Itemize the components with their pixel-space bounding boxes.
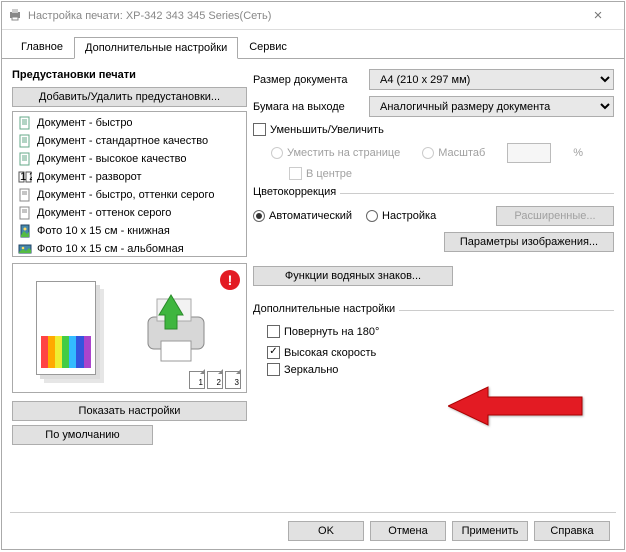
presets-list[interactable]: Документ - быстро Документ - стандартное… (12, 111, 247, 257)
mirror-checkbox[interactable]: Зеркально (267, 363, 338, 376)
printer-icon (133, 283, 223, 373)
highspeed-checkbox[interactable]: ✓Высокая скорость (267, 346, 376, 359)
image-params-button[interactable]: Параметры изображения... (444, 232, 614, 252)
manage-presets-button[interactable]: Добавить/Удалить предустановки... (12, 87, 247, 107)
alert-icon: ! (220, 270, 240, 290)
watermark-button[interactable]: Функции водяных знаков... (253, 266, 453, 286)
list-item[interactable]: Документ - быстро, оттенки серого (13, 186, 246, 204)
tab-advanced[interactable]: Дополнительные настройки (74, 37, 238, 59)
tab-bar: Главное Дополнительные настройки Сервис (2, 30, 624, 59)
output-paper-label: Бумага на выходе (253, 101, 369, 113)
preview-pane: ! 123 (12, 263, 247, 393)
output-paper-select[interactable]: Аналогичный размеру документа (369, 96, 614, 117)
rotate-checkbox[interactable]: Повернуть на 180° (267, 325, 379, 338)
fit-page-radio: Уместить на странице (271, 147, 400, 159)
list-item[interactable]: Документ - оттенок серого (13, 204, 246, 222)
red-arrow-annotation (448, 384, 584, 428)
printer-icon (8, 7, 22, 24)
list-item[interactable]: Документ - быстро (13, 114, 246, 132)
list-item[interactable]: Фото 10 x 15 см - книжная (13, 222, 246, 240)
spread-icon: 1 2 (17, 169, 33, 185)
page-thumbnail (36, 281, 96, 375)
photo-landscape-icon (17, 241, 33, 257)
document-icon (17, 115, 33, 131)
print-settings-dialog: Настройка печати: XP-342 343 345 Series(… (1, 1, 625, 550)
presets-title: Предустановки печати (12, 69, 247, 81)
document-icon (17, 151, 33, 167)
list-item[interactable]: 1 2Документ - разворот (13, 168, 246, 186)
scale-radio: Масштаб (422, 147, 485, 159)
document-gray-icon (17, 187, 33, 203)
titlebar: Настройка печати: XP-342 343 345 Series(… (2, 2, 624, 30)
photo-portrait-icon (17, 223, 33, 239)
center-checkbox: В центре (289, 167, 352, 180)
separator (10, 512, 616, 513)
list-item[interactable]: Фото 10 x 15 см - альбомная (13, 240, 246, 257)
dialog-footer: OK Отмена Применить Справка (288, 521, 610, 541)
window-title: Настройка печати: XP-342 343 345 Series(… (28, 10, 578, 22)
document-gray-icon (17, 205, 33, 221)
additional-settings-label: Дополнительные настройки (253, 303, 399, 315)
color-correction-label: Цветокоррекция (253, 186, 340, 198)
doc-size-select[interactable]: A4 (210 x 297 мм) (369, 69, 614, 90)
tab-main[interactable]: Главное (10, 36, 74, 58)
help-button[interactable]: Справка (534, 521, 610, 541)
close-icon[interactable]: × (578, 7, 618, 24)
doc-size-label: Размер документа (253, 74, 369, 86)
scale-spinner (507, 143, 551, 163)
cancel-button[interactable]: Отмена (370, 521, 446, 541)
apply-button[interactable]: Применить (452, 521, 528, 541)
color-advanced-button: Расширенные... (496, 206, 614, 226)
list-item[interactable]: Документ - высокое качество (13, 150, 246, 168)
color-auto-radio[interactable]: Автоматический (253, 210, 352, 222)
document-icon (17, 133, 33, 149)
svg-text:1 2: 1 2 (20, 171, 32, 183)
tab-service[interactable]: Сервис (238, 36, 298, 58)
color-tune-radio[interactable]: Настройка (366, 210, 436, 222)
ok-button[interactable]: OK (288, 521, 364, 541)
defaults-button[interactable]: По умолчанию (12, 425, 153, 445)
list-item[interactable]: Документ - стандартное качество (13, 132, 246, 150)
show-settings-button[interactable]: Показать настройки (12, 401, 247, 421)
reduce-enlarge-checkbox[interactable]: Уменьшить/Увеличить (253, 123, 384, 136)
copies-icon: 123 (189, 371, 241, 389)
